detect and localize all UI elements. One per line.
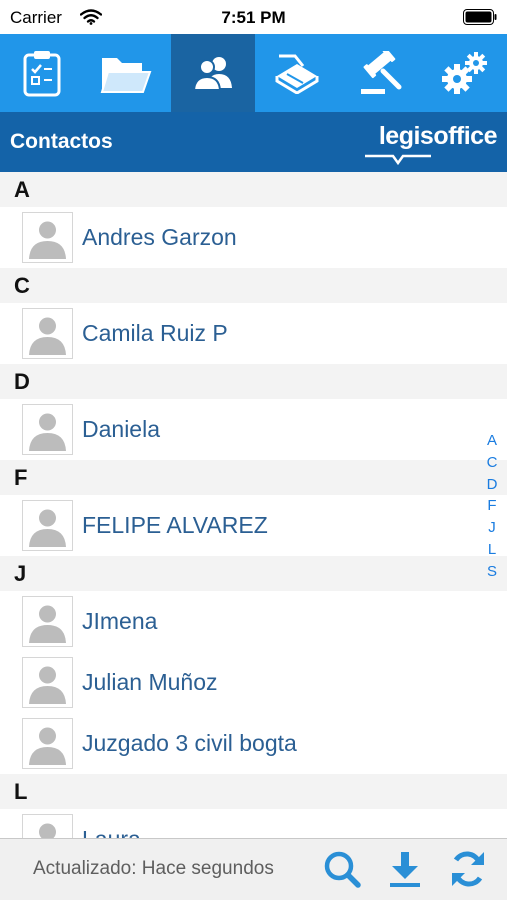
contact-name: Camila Ruiz P bbox=[82, 320, 228, 346]
logo-underline-icon bbox=[365, 154, 431, 166]
contact-name: Andres Garzon bbox=[82, 224, 237, 250]
contact-name: Daniela bbox=[82, 416, 160, 442]
contact-row[interactable]: FELIPE ALVAREZ bbox=[0, 495, 507, 556]
contact-row[interactable]: JImena bbox=[0, 591, 507, 652]
folder-icon bbox=[100, 58, 152, 93]
clipboard-checklist-icon bbox=[23, 51, 61, 97]
avatar-icon bbox=[22, 500, 73, 551]
avatar-icon bbox=[22, 718, 73, 769]
navigation-header: Contactos legisoffice bbox=[0, 112, 507, 172]
refresh-icon[interactable] bbox=[448, 849, 488, 889]
battery-icon bbox=[463, 9, 497, 25]
contact-list[interactable]: A Andres Garzon C Camila Ruiz P D Daniela F FEL… bbox=[0, 172, 507, 838]
section-header: A bbox=[0, 172, 507, 207]
section-header: J bbox=[0, 556, 507, 591]
avatar-icon bbox=[22, 657, 73, 708]
section-header: C bbox=[0, 268, 507, 303]
tab-settings[interactable] bbox=[423, 34, 507, 112]
contact-name: FELIPE ALVAREZ bbox=[82, 512, 268, 538]
contact-row[interactable]: Daniela bbox=[0, 399, 507, 460]
status-bar: Carrier 7:51 PM bbox=[0, 0, 507, 34]
search-icon[interactable] bbox=[322, 849, 362, 889]
tab-contacts[interactable] bbox=[171, 34, 255, 112]
avatar-icon bbox=[22, 596, 73, 647]
contact-row[interactable]: Julian Muñoz bbox=[0, 652, 507, 713]
avatar-icon bbox=[22, 308, 73, 359]
contact-name: Julian Muñoz bbox=[82, 669, 218, 695]
alphabet-index[interactable]: ACDFJLS bbox=[483, 430, 501, 583]
tab-legal[interactable] bbox=[340, 34, 424, 112]
contact-row[interactable]: Laura bbox=[0, 809, 507, 838]
contact-name: Juzgado 3 civil bogta bbox=[82, 730, 297, 756]
avatar-icon bbox=[22, 212, 73, 263]
index-letter[interactable]: F bbox=[483, 495, 501, 517]
contact-name: JImena bbox=[82, 608, 158, 634]
clock: 7:51 PM bbox=[221, 8, 286, 27]
section-header: F bbox=[0, 460, 507, 495]
last-updated-label: Actualizado: Hace segundos bbox=[33, 858, 274, 879]
contact-name: Laura bbox=[82, 826, 141, 838]
brand-logo: legisoffice bbox=[349, 122, 498, 166]
contact-row[interactable]: Camila Ruiz P bbox=[0, 303, 507, 364]
avatar-icon bbox=[22, 404, 73, 455]
index-letter[interactable]: S bbox=[483, 561, 501, 583]
contact-row[interactable]: Andres Garzon bbox=[0, 207, 507, 268]
index-letter[interactable]: C bbox=[483, 452, 501, 474]
gears-icon bbox=[442, 52, 487, 94]
tab-tasks[interactable] bbox=[0, 34, 84, 112]
index-letter[interactable]: J bbox=[483, 517, 501, 539]
section-header: D bbox=[0, 364, 507, 399]
download-icon[interactable] bbox=[385, 849, 425, 889]
page-title: Contactos bbox=[10, 130, 113, 153]
contacts-icon bbox=[192, 57, 232, 91]
tab-documents[interactable] bbox=[84, 34, 168, 112]
contact-row[interactable]: Juzgado 3 civil bogta bbox=[0, 713, 507, 774]
gavel-icon bbox=[361, 51, 402, 94]
tab-bar bbox=[0, 34, 507, 112]
index-letter[interactable]: A bbox=[483, 430, 501, 452]
avatar-icon bbox=[22, 814, 73, 838]
scanner-icon bbox=[275, 54, 319, 94]
index-letter[interactable]: D bbox=[483, 474, 501, 496]
bottom-toolbar: Actualizado: Hace segundos bbox=[0, 838, 507, 900]
index-letter[interactable]: L bbox=[483, 539, 501, 561]
section-header: L bbox=[0, 774, 507, 809]
tab-scanner[interactable] bbox=[255, 34, 339, 112]
